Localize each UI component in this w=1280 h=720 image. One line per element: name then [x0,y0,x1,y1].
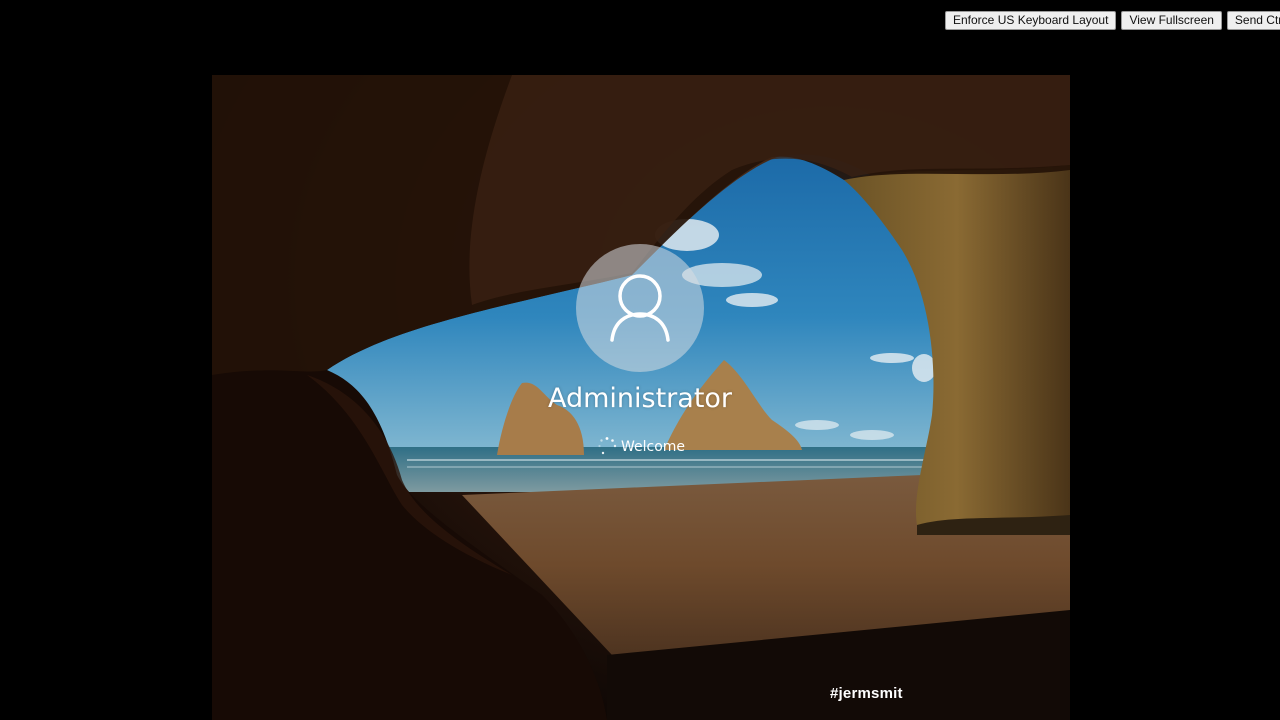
remote-desktop-viewport[interactable]: Administrator Welcome #jermsmit [212,75,1070,720]
browser-page: Enforce US Keyboard Layout View Fullscre… [0,0,1280,720]
user-avatar [576,244,704,372]
user-icon [610,274,670,342]
enforce-us-keyboard-layout-button[interactable]: Enforce US Keyboard Layout [945,11,1117,30]
sign-in-status: Welcome [596,435,685,459]
console-toolbar: Enforce US Keyboard Layout View Fullscre… [945,11,1280,30]
sign-in-panel: Administrator Welcome #jermsmit [212,75,1070,720]
view-fullscreen-button[interactable]: View Fullscreen [1121,11,1222,30]
status-text: Welcome [621,439,686,455]
account-name: Administrator [547,383,733,414]
watermark-text: #jermsmit [830,685,903,702]
send-ctrl-alt-del-button[interactable]: Send Ctrl-Alt-Del [1226,11,1280,30]
spinner-icon [596,436,618,458]
